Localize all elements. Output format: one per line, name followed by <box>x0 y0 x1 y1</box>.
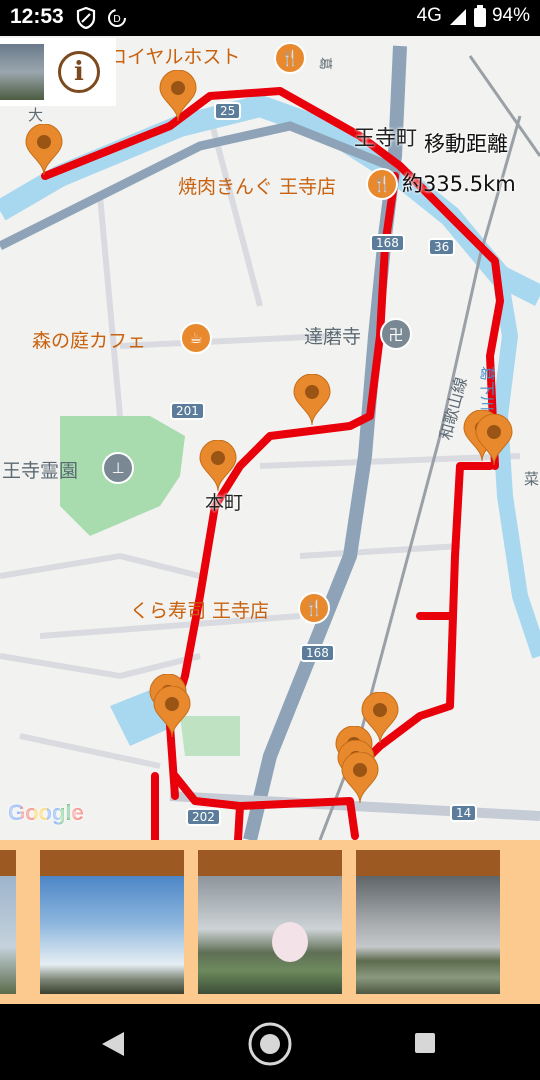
info-panel: i <box>0 38 116 106</box>
status-time: 12:53 <box>10 5 64 28</box>
photo-river-cloudy[interactable] <box>356 850 500 994</box>
road-number-201: 201 <box>170 402 205 420</box>
road-number-168-south: 168 <box>300 644 335 662</box>
battery-icon <box>473 5 486 27</box>
location-pin[interactable] <box>24 124 64 176</box>
road-number-202: 202 <box>186 808 221 826</box>
photo-sky-clouds[interactable] <box>40 850 184 994</box>
distance-value: 約335.5km <box>402 172 516 196</box>
restaurant-icon[interactable]: 🍴 <box>298 592 330 624</box>
shield-icon <box>76 7 96 29</box>
location-pin[interactable] <box>292 374 332 426</box>
road-number-168-north: 168 <box>370 234 405 252</box>
road-label-fragment: 葛 <box>317 56 333 71</box>
recents-icon[interactable] <box>414 1032 436 1054</box>
google-logo: Google <box>8 800 84 825</box>
info-button[interactable]: i <box>58 51 100 93</box>
road-number-36: 36 <box>428 238 456 256</box>
svg-text:D: D <box>113 14 121 25</box>
photo-partial[interactable] <box>0 850 16 994</box>
poi-label-temple[interactable]: 達磨寺 <box>304 322 361 349</box>
back-icon[interactable] <box>100 1030 126 1058</box>
status-bar: 12:53 D 4G 94% <box>0 0 540 36</box>
data-saver-icon: D <box>108 9 126 27</box>
network-type: 4G <box>416 5 442 26</box>
poi-label-royal-host[interactable]: ロイヤルホスト <box>108 42 240 69</box>
river-label-kata: 葛下川 <box>478 366 496 412</box>
restaurant-icon[interactable]: 🍴 <box>366 168 398 200</box>
photo-gallery[interactable] <box>0 840 540 1004</box>
poi-label-cafe[interactable]: 森の庭カフェ <box>32 326 146 353</box>
poi-label-cemetery[interactable]: 王寺霊園 <box>2 456 78 483</box>
restaurant-icon[interactable]: 🍴 <box>274 42 306 74</box>
location-pin[interactable] <box>158 70 198 122</box>
temple-icon[interactable]: 卍 <box>380 318 412 350</box>
river-label-fragment: 大 <box>28 106 44 124</box>
poi-label-kura-sushi[interactable]: くら寿司 王寺店 <box>130 596 269 623</box>
route-map[interactable]: 25 168 36 201 168 202 14 ロイヤルホスト 🍴 焼肉きんぐ… <box>0 36 540 840</box>
photo-cherry-blossom[interactable] <box>198 850 342 994</box>
location-pin[interactable] <box>198 440 238 492</box>
current-photo-thumbnail[interactable] <box>0 44 44 100</box>
home-icon[interactable] <box>246 1020 294 1068</box>
cemetery-icon[interactable]: ⊥ <box>102 452 134 484</box>
location-pin[interactable] <box>474 414 514 466</box>
location-pin[interactable] <box>340 752 380 804</box>
road-number-14: 14 <box>450 804 478 822</box>
poi-label-yakiniku[interactable]: 焼肉きんぐ 王寺店 <box>178 172 336 199</box>
battery-percent: 94% <box>491 5 530 26</box>
signal-icon <box>449 9 466 25</box>
road-number-25: 25 <box>214 102 242 120</box>
area-label-honmachi: 本町 <box>205 492 244 514</box>
navigation-bar <box>0 1004 540 1080</box>
cafe-icon[interactable]: ☕ <box>180 322 212 354</box>
area-label-fragment: 菜 <box>524 470 540 488</box>
town-label: 王寺町 <box>354 126 417 150</box>
location-pin[interactable] <box>152 686 192 738</box>
distance-label: 移動距離 <box>424 132 508 156</box>
